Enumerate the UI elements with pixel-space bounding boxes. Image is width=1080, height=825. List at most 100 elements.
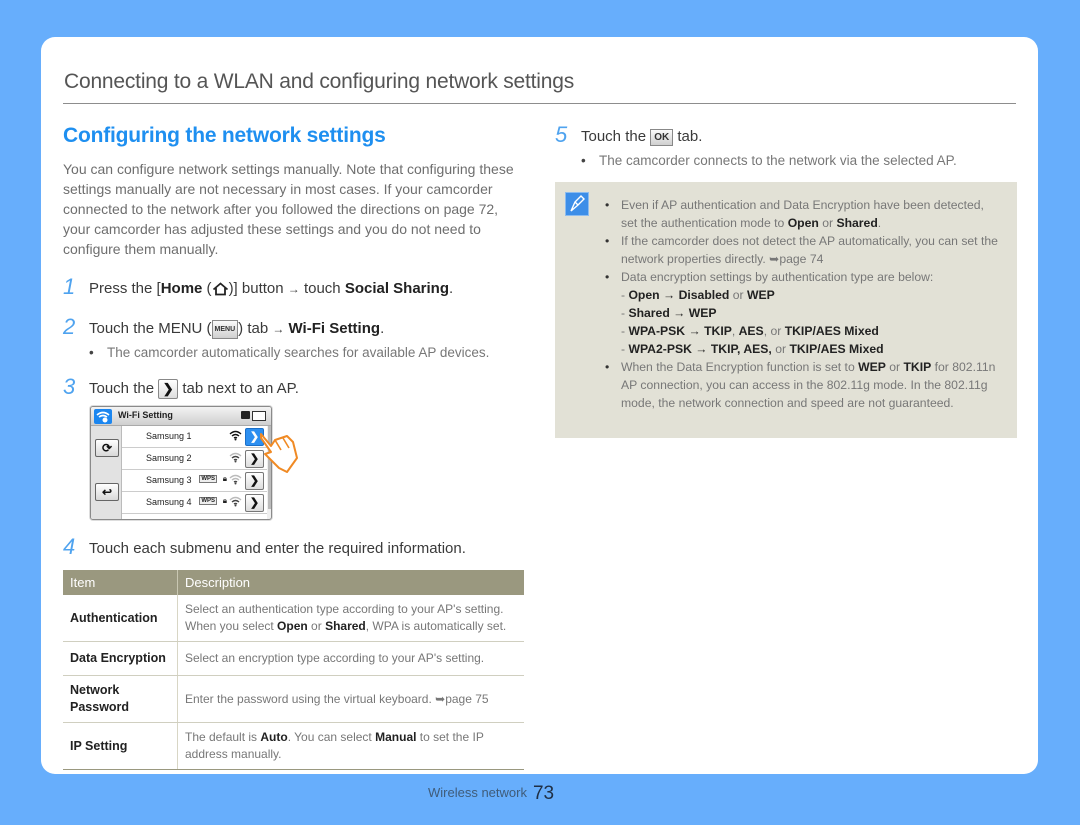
step-text: Press the [ [89,280,161,297]
home-label: Home [160,280,203,297]
ap-list: Samsung 1 ❯ Samsung 2 ❯ Samsung 3 WPS 🔒︎… [122,426,267,519]
encryption-value: TKIP [704,324,732,338]
desc-text: Enter the password using the virtual key… [185,691,436,706]
sd-card-icon [241,411,250,419]
step-text: ( [202,280,212,297]
encryption-option: - Open → Disabled or WEP [621,288,775,302]
step-number: 3 [63,374,76,399]
step-text: touch [299,280,345,297]
note-box: Even if AP authentication and Data Encry… [555,182,1017,438]
ok-key-icon: OK [650,128,674,146]
note-text: or [729,288,747,302]
social-sharing-label: Social Sharing [344,280,450,297]
ap-list-item[interactable]: Samsung 2 ❯ [122,448,267,470]
step-number: 5 [555,122,568,147]
wifi-setting-screen: Wi-Fi Setting ⟳ ↩ Samsung 1 ❯ Samsung 2 … [90,406,272,520]
note-item: If the camcorder does not detect the AP … [605,232,1003,268]
desc-text: , WPA is automatically set. [365,619,507,633]
step-text: Touch each submenu and enter the require… [89,540,466,557]
note-text: , or [763,324,785,338]
description-cell: The default is Auto. You can select Manu… [177,722,524,770]
step-4: 4 Touch each submenu and enter the requi… [63,534,551,559]
step-text: tab. [673,128,703,145]
desc-bold: Shared [325,619,366,633]
arrow-icon: → [695,342,708,356]
table-header: Item Description [63,570,524,595]
auth-type: Open [628,288,660,302]
encryption-option: - Shared → WEP [621,306,717,320]
lock-icon: 🔒︎ [222,496,227,505]
chapter-divider [63,103,1016,104]
encryption-value: WEP [747,288,775,302]
arrow-icon: → [663,288,676,302]
note-bold: Shared [836,216,878,230]
item-cell: Authentication [63,595,178,642]
footer-section: Wireless network [428,785,527,800]
note-bold: TKIP [903,360,932,374]
step-number: 1 [63,274,76,299]
screen-sidebar: ⟳ ↩ [91,426,122,519]
table-row: Data Encryption Select an encryption typ… [63,641,524,676]
arrow-icon: → [287,282,300,296]
description-cell: Select an authentication type according … [177,595,524,642]
table-row: IP Setting The default is Auto. You can … [63,722,524,770]
item-cell: Network Password [63,675,178,723]
ap-list-item[interactable]: Samsung 4 WPS 🔒︎ ❯ [122,492,267,514]
intro-paragraph: You can configure network settings manua… [63,161,514,257]
note-pencil-icon [565,192,589,216]
item-cell: Data Encryption [63,641,178,676]
step-text: Touch the [89,380,159,397]
page-number: 73 [532,783,555,804]
desc-text: The default is [185,730,261,744]
ap-select-button[interactable]: ❯ [245,494,264,512]
step-5: 5 Touch the OK tab. The camcorder connec… [555,122,1017,172]
desc-bold: Auto [260,730,288,744]
item-cell: IP Setting [63,722,178,770]
wifi-settings-icon [94,409,112,424]
step-text: . [380,320,385,337]
screen-title: Wi-Fi Setting [118,410,173,420]
chapter-title: Connecting to a WLAN and configuring net… [64,70,575,93]
note-bold: Open [787,216,819,230]
refresh-icon[interactable]: ⟳ [95,439,119,457]
step-text: tab next to an AP. [178,380,299,397]
page-reference-link[interactable]: ➥page 75 [435,692,488,706]
back-icon[interactable]: ↩ [95,483,119,501]
step-number: 4 [63,534,76,559]
encryption-value: TKIP, AES, [710,342,772,356]
page-footer: Wireless network 73 [428,783,554,805]
ap-list-item[interactable]: Samsung 3 WPS 🔒︎ ❯ [122,470,267,492]
step-text: ) tab [238,320,273,337]
ap-ssid: Samsung 1 [146,431,192,441]
note-text: When the Data Encryption function is set… [621,360,859,374]
desc-bold: Open [277,619,308,633]
ap-ssid: Samsung 2 [146,453,192,463]
step-3: 3 Touch the ❯ tab next to an AP. [63,374,525,400]
ap-ssid: Samsung 3 [146,475,192,485]
note-list: Even if AP authentication and Data Encry… [605,196,1003,412]
note-text: or [771,342,790,356]
wifi-signal-icon [229,496,242,507]
ap-list-item[interactable]: Samsung 1 ❯ [122,426,267,448]
encryption-value: TKIP/AES Mixed [784,324,879,338]
step-text: Touch the MENU ( [89,320,212,337]
description-cell: Select an encryption type according to y… [177,641,524,676]
table-row: Authentication Select an authentication … [63,595,524,642]
encryption-value: Disabled [678,288,730,302]
desc-text: . You can select [287,730,376,744]
arrow-icon: → [688,324,701,338]
page-reference-link[interactable]: ➥page 74 [769,252,823,266]
description-cell: Enter the password using the virtual key… [177,675,524,723]
step-1: 1 Press the [Home ()] button → touch Soc… [63,274,525,299]
note-text: , [731,324,739,338]
step-number: 2 [63,314,76,339]
menu-key-icon: MENU [211,319,239,339]
desc-text: or [307,619,326,633]
encryption-value: WEP [688,306,717,320]
note-bold: WEP [858,360,886,374]
auth-type: WPA2-PSK [628,342,692,356]
left-column: Configuring the network settings You can… [63,123,525,400]
settings-table: Item Description Authentication Select a… [63,570,524,770]
step-text: . [449,280,454,297]
desc-bold: Manual [375,730,417,744]
